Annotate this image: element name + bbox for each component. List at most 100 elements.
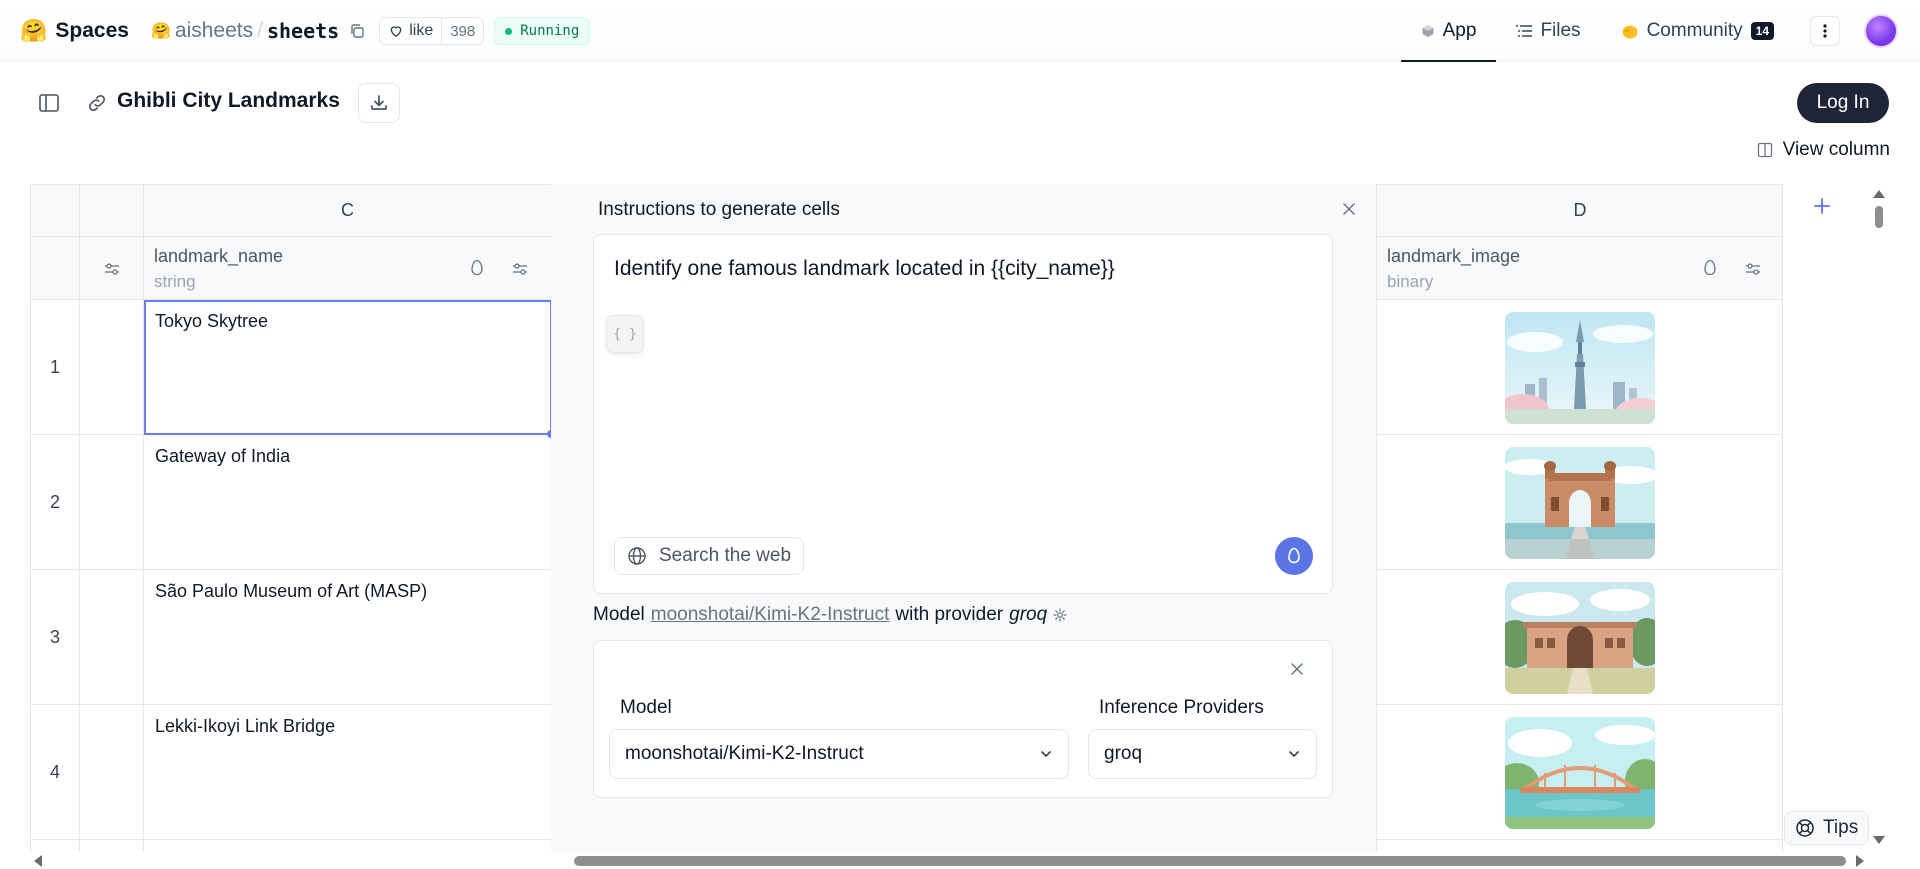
globe-icon xyxy=(628,547,646,565)
close-icon[interactable] xyxy=(1341,201,1357,217)
instructions-panel: Instructions to generate cells Identify … xyxy=(551,184,1377,852)
community-hand-icon xyxy=(1622,25,1638,39)
table-cell[interactable]: Gateway of India xyxy=(144,435,552,570)
skytree-illustration[interactable] xyxy=(1505,312,1655,424)
tab-community-label: Community xyxy=(1646,20,1743,41)
space-tabs: App Files Community 14 xyxy=(1400,0,1920,62)
row-select-cell[interactable] xyxy=(80,840,144,852)
row-select-cell[interactable] xyxy=(80,705,144,840)
egg-icon[interactable] xyxy=(470,259,484,277)
table-cell[interactable]: Lekki-Ikoyi Link Bridge xyxy=(144,705,552,840)
prompt-text[interactable]: Identify one famous landmark located in … xyxy=(614,257,1115,281)
add-column-icon[interactable] xyxy=(1812,196,1832,216)
model-link[interactable]: moonshotai/Kimi-K2-Instruct xyxy=(651,604,890,626)
download-button[interactable] xyxy=(358,83,400,123)
files-icon xyxy=(1516,25,1533,37)
column-header-landmark-image[interactable]: landmark_image binary xyxy=(1377,237,1782,300)
bridge-illustration[interactable] xyxy=(1505,717,1655,829)
repo-name-link[interactable]: sheets xyxy=(267,19,339,43)
insert-variable-button[interactable]: { } xyxy=(606,315,644,353)
row-select-cell[interactable] xyxy=(80,570,144,705)
org-avatar-icon: 🤗 xyxy=(150,23,171,40)
provider-name: groq xyxy=(1009,604,1048,625)
column-header-landmark-name[interactable]: landmark_name string xyxy=(144,237,552,300)
like-count[interactable]: 398 xyxy=(441,18,483,44)
table-cell[interactable] xyxy=(144,840,552,852)
search-web-button[interactable]: Search the web xyxy=(614,537,805,575)
spaces-link[interactable]: Spaces xyxy=(55,19,129,43)
column-name: landmark_name xyxy=(154,246,284,266)
filter-column-header[interactable] xyxy=(80,237,144,300)
row-number[interactable]: 3 xyxy=(31,570,80,705)
scroll-right-arrow[interactable] xyxy=(1856,855,1864,867)
provider-prefix: with provider xyxy=(895,604,1004,625)
user-avatar[interactable] xyxy=(1864,14,1898,48)
museum-illustration[interactable] xyxy=(1505,582,1655,694)
image-cell[interactable] xyxy=(1377,435,1782,570)
column-type: string xyxy=(154,272,196,291)
view-column-button[interactable]: View column xyxy=(1757,139,1890,161)
status-dot xyxy=(505,27,513,35)
hugging-face-logo-icon[interactable]: 🤗 xyxy=(20,18,47,44)
community-count-badge: 14 xyxy=(1750,22,1774,40)
image-cell[interactable] xyxy=(1377,840,1782,852)
copy-icon[interactable] xyxy=(349,23,365,39)
scroll-up-arrow[interactable] xyxy=(1873,190,1885,198)
gear-icon[interactable] xyxy=(1053,608,1067,622)
sidebar-toggle-icon[interactable] xyxy=(38,92,60,114)
chevron-down-icon xyxy=(1041,751,1051,757)
image-cell[interactable] xyxy=(1377,570,1782,705)
prompt-editor[interactable]: Identify one famous landmark located in … xyxy=(593,234,1333,594)
horizontal-scrollbar[interactable] xyxy=(574,856,1846,866)
tab-community[interactable]: Community 14 xyxy=(1601,0,1794,62)
provider-select[interactable]: groq xyxy=(1088,729,1317,779)
model-select-value: moonshotai/Kimi-K2-Instruct xyxy=(625,743,864,764)
row-number[interactable]: 1 xyxy=(31,300,80,435)
row-number[interactable]: 4 xyxy=(31,705,80,840)
row-select-cell[interactable] xyxy=(80,435,144,570)
generate-button[interactable] xyxy=(1275,537,1313,575)
table-cell[interactable]: Tokyo Skytree xyxy=(144,300,552,435)
tab-files[interactable]: Files xyxy=(1496,0,1600,62)
vertical-scrollbar[interactable] xyxy=(1875,206,1883,228)
table-cell[interactable]: São Paulo Museum of Art (MASP) xyxy=(144,570,552,705)
column-letter-c[interactable]: C xyxy=(144,185,552,237)
model-settings-card: Model moonshotai/Kimi-K2-Instruct Infere… xyxy=(593,640,1333,798)
image-cell[interactable] xyxy=(1377,705,1782,840)
tab-app-label: App xyxy=(1442,20,1477,41)
tab-app[interactable]: App xyxy=(1400,0,1497,62)
status-label: Running xyxy=(520,23,580,39)
kebab-icon xyxy=(1823,24,1827,38)
row-number[interactable]: 2 xyxy=(31,435,80,570)
like-label: like xyxy=(409,22,434,39)
column-settings-icon[interactable] xyxy=(1745,261,1761,277)
status-badge[interactable]: Running xyxy=(494,17,591,45)
like-toggle[interactable]: like xyxy=(380,22,441,40)
model-summary: Model moonshotai/Kimi-K2-Instruct with p… xyxy=(593,604,1067,626)
corner-cell-2 xyxy=(31,237,80,300)
providers-label: Inference Providers xyxy=(1099,697,1264,718)
column-settings-icon[interactable] xyxy=(512,261,528,277)
model-select[interactable]: moonshotai/Kimi-K2-Instruct xyxy=(609,729,1069,779)
scroll-left-arrow[interactable] xyxy=(34,855,42,867)
link-icon[interactable] xyxy=(86,92,108,114)
sliders-icon[interactable] xyxy=(104,261,120,277)
image-cell[interactable] xyxy=(1377,300,1782,435)
scroll-down-arrow[interactable] xyxy=(1873,836,1885,844)
more-options-button[interactable] xyxy=(1810,16,1840,46)
lifebuoy-icon xyxy=(1796,819,1814,837)
corner-cell xyxy=(31,185,80,237)
login-button[interactable]: Log In xyxy=(1797,83,1889,123)
egg-icon[interactable] xyxy=(1703,259,1717,277)
tips-button[interactable]: Tips xyxy=(1784,811,1870,845)
row-number-partial[interactable] xyxy=(31,840,80,852)
close-icon[interactable] xyxy=(1289,661,1305,677)
model-label: Model xyxy=(620,697,672,718)
dataset-title[interactable]: Ghibli City Landmarks xyxy=(117,89,340,113)
column-type: binary xyxy=(1387,272,1434,291)
row-select-cell[interactable] xyxy=(80,300,144,435)
gateway-illustration[interactable] xyxy=(1505,447,1655,559)
repo-owner-link[interactable]: aisheets xyxy=(175,19,253,43)
column-letter-d[interactable]: D xyxy=(1377,185,1782,237)
like-button[interactable]: like 398 xyxy=(379,17,485,45)
